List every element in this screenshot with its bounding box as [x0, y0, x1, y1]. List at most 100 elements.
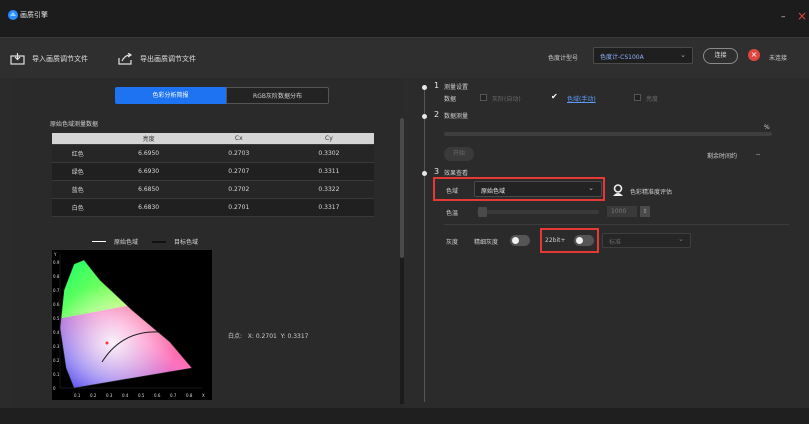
- y-tick: 0.2: [53, 358, 60, 363]
- fine-gray-toggle[interactable]: [510, 235, 530, 246]
- gamut-manual-label[interactable]: 色域(手动): [567, 94, 596, 103]
- gray-mode-select[interactable]: 标准 ⌄: [602, 233, 691, 248]
- meter-model-label: 色度计型号: [548, 55, 579, 62]
- table-row: 绿色 6.6930 0.2707 0.3311: [52, 162, 374, 181]
- user-evaluation-icon[interactable]: [612, 184, 624, 196]
- gray-label: 灰度: [446, 239, 459, 246]
- color-temp-slider-thumb[interactable]: [478, 207, 487, 217]
- measurement-table: 亮度 Cx Cy 红色 6.6950 0.2703 0.3302 绿色 6.69…: [52, 133, 374, 217]
- step-2-dot: [422, 114, 427, 119]
- cie-chromaticity-diagram: 0.9 0.8 0.7 0.6 0.5 0.4 0.3 0.2 0.1 0 Y …: [52, 250, 212, 400]
- legend-target: 目标色域: [152, 237, 198, 246]
- table-row: 白色 6.6830 0.2701 0.3317: [52, 198, 374, 217]
- table-cell: 0.2703: [193, 144, 284, 163]
- accuracy-eval-label[interactable]: 色彩精准度评估: [630, 187, 672, 196]
- cie-locus-fill: [60, 260, 192, 388]
- step-3-number: 3: [434, 167, 440, 176]
- import-icon: [10, 53, 25, 65]
- step-2-number: 2: [434, 110, 440, 119]
- cie-y-ticks: 0.9 0.8 0.7 0.6 0.5 0.4 0.3 0.2 0.1 0 Y: [53, 252, 60, 391]
- table-header-cell: 亮度: [103, 133, 194, 145]
- import-button[interactable]: 导入画质调节文件: [10, 52, 88, 66]
- table-cell: 0.3311: [283, 162, 374, 181]
- table-cell: 6.6850: [103, 180, 194, 199]
- cie-x-ticks: 0.1 0.2 0.3 0.4 0.5 0.6 0.7 0.8 X: [74, 393, 205, 398]
- y-tick: 0.3: [53, 344, 60, 349]
- spinner-icon[interactable]: ⇕: [640, 206, 650, 217]
- gray-auto-checkbox[interactable]: [480, 94, 487, 101]
- measurement-progress-bar: [444, 132, 772, 136]
- start-button[interactable]: 开始: [444, 147, 474, 161]
- legend-label-original: 原始色域: [114, 239, 139, 246]
- legend-label-target: 目标色域: [174, 239, 199, 246]
- table-header-cell: [52, 133, 104, 145]
- connect-button[interactable]: 连接: [703, 48, 738, 64]
- highlight-bit-box: [540, 228, 599, 253]
- table-cell: 0.2707: [193, 162, 284, 181]
- x-tick: 0.3: [106, 393, 113, 398]
- left-scrollbar-thumb[interactable]: [400, 118, 404, 258]
- app-title: 画质引擎: [20, 11, 48, 19]
- chevron-down-icon: ⌄: [680, 51, 686, 59]
- table-cell: 绿色: [52, 162, 104, 181]
- gray-auto-label: 灰阶(自动): [492, 96, 521, 103]
- status-bar: [0, 408, 809, 424]
- color-temp-input[interactable]: 1000: [607, 206, 637, 217]
- step-1-title: 测量设置: [444, 84, 469, 91]
- x-tick: 0.4: [122, 393, 129, 398]
- whitepoint-x-value: 0.2701: [255, 333, 277, 340]
- close-icon[interactable]: ×: [797, 9, 807, 23]
- connection-status: 未连接: [769, 55, 788, 62]
- table-cell: 0.3322: [283, 180, 374, 199]
- step-3-dot: [422, 171, 427, 176]
- x-tick: 0.7: [170, 393, 177, 398]
- table-header-row: 亮度 Cx Cy: [52, 133, 374, 145]
- check-icon[interactable]: ✔: [551, 93, 558, 101]
- table-cell: 白色: [52, 198, 104, 217]
- table-cell: 6.6950: [103, 144, 194, 163]
- remaining-time-value: --: [756, 151, 761, 158]
- table-cell: 蓝色: [52, 180, 104, 199]
- meter-model-value: 色度计-CS100A: [600, 54, 644, 61]
- progress-percent: %: [764, 124, 770, 131]
- whitepoint-y-value: 0.3317: [287, 333, 309, 340]
- color-temp-slider[interactable]: [477, 210, 599, 214]
- meter-model-select[interactable]: 色度计-CS100A ⌄: [593, 47, 693, 64]
- table-cell: 0.3302: [283, 144, 374, 163]
- export-icon: [118, 53, 133, 65]
- legend-original: 原始色域: [92, 237, 138, 246]
- export-label: 导出画质调节文件: [140, 55, 196, 63]
- x-tick: 0.5: [138, 393, 145, 398]
- highlight-gamut-box: [433, 177, 605, 201]
- chevron-down-icon: ⌄: [678, 235, 684, 243]
- y-tick: 0.7: [53, 288, 60, 293]
- remaining-time-label: 剩余时间约: [707, 153, 738, 160]
- whitepoint-label: 白点:: [228, 333, 243, 340]
- tab-rgb-gray-distribution[interactable]: RGB灰阶数据分布: [226, 87, 329, 104]
- y-tick: 0.1: [53, 372, 60, 377]
- minimize-icon[interactable]: –: [781, 12, 786, 22]
- y-tick: 0.9: [53, 260, 60, 265]
- color-temp-label: 色温: [446, 210, 459, 217]
- x-tick: 0.8: [186, 393, 193, 398]
- legend-line-original: [92, 241, 106, 242]
- table-section-label: 原始色域测量数据: [50, 121, 99, 128]
- legend-line-target: [152, 240, 166, 243]
- whitepoint-readout: 白点: X: 0.2701 Y: 0.3317: [228, 331, 308, 340]
- table-cell: 0.2701: [193, 198, 284, 217]
- y-tick: 0.4: [53, 330, 60, 335]
- whitepoint-y-label: Y:: [280, 333, 286, 340]
- tab-color-analysis[interactable]: 色彩分析简报: [115, 87, 226, 104]
- fine-gray-label: 精细灰度: [474, 239, 499, 246]
- x-tick: 0.1: [74, 393, 81, 398]
- export-button[interactable]: 导出画质调节文件: [118, 52, 196, 66]
- table-cell: 6.6830: [103, 198, 194, 217]
- y-tick: 0: [53, 386, 56, 391]
- title-bar: 画质引擎 – ×: [0, 0, 809, 38]
- y-tick: 0.6: [53, 302, 60, 307]
- brightness-checkbox[interactable]: [634, 94, 641, 101]
- brightness-label: 亮度: [646, 96, 659, 103]
- table-header-cell: Cx: [193, 133, 284, 145]
- gray-mode-value: 标准: [609, 239, 622, 246]
- y-tick: 0.8: [53, 274, 60, 279]
